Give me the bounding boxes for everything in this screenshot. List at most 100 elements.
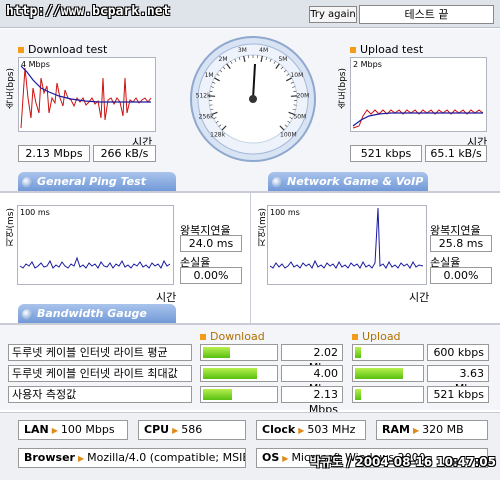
bw-upload-value: 600 kbps: [427, 344, 489, 361]
spec-lan-label: LAN: [24, 423, 49, 436]
spec-cpu: CPU ▶ 586: [138, 420, 246, 440]
download-kbs-box: 266 kB/s: [93, 145, 156, 162]
spec-browser-value: Mozilla/4.0 (compatible; MSIE 6.0: [87, 451, 245, 464]
spec-lan: LAN ▶ 100 Mbps: [18, 420, 128, 440]
bw-row-label: 두루넷 케이블 인터넷 라이트 평균: [8, 344, 192, 361]
arrow-right-icon: ▶: [282, 454, 289, 463]
gauge-label: 512k: [196, 92, 211, 99]
arrow-right-icon: ▶: [298, 426, 305, 435]
spec-browser-label: Browser: [24, 451, 75, 464]
bw-download-fill: [203, 389, 232, 400]
status-text-box: 테스트 끝: [359, 5, 494, 24]
download-speed-line: [20, 67, 152, 129]
download-title: Download test: [18, 43, 107, 56]
ping-test-header: General Ping Test: [18, 172, 176, 192]
ping-latency-box: 24.0 ms: [180, 235, 242, 252]
gauge-label: 10M: [290, 72, 303, 79]
ping-loss-box: 0.00%: [180, 267, 242, 284]
gauge-label: 5M: [278, 56, 287, 63]
gauge-label: 50M: [293, 113, 306, 120]
spec-clock-value: 503 MHz: [307, 423, 356, 436]
spec-cpu-value: 586: [181, 423, 203, 436]
gauge-label: 256k: [199, 113, 214, 120]
watermark-text: http://www.bcpark.net: [6, 4, 171, 19]
bw-download-bar: [200, 344, 278, 361]
bullet-icon: [350, 47, 356, 53]
bw-upload-bar: [352, 365, 424, 382]
download-title-label: Download test: [28, 43, 108, 56]
bw-upload-value: 521 kbps: [427, 386, 489, 403]
gauge-label: 100M: [280, 131, 297, 138]
upload-y-axis: 속도(bps): [338, 68, 348, 110]
upload-kbps-box: 521 kbps: [350, 145, 422, 162]
download-graph-svg: [20, 65, 152, 129]
bullet-icon: [200, 334, 206, 340]
bw-download-fill: [203, 368, 258, 379]
bw-upload-fill: [355, 389, 362, 400]
voip-graph-svg: [269, 207, 424, 269]
speed-gauge: 128k 256k 512k 1M 2M 3M 4M 5M 10M 20M 50M 100M: [188, 34, 318, 164]
ping-graph-svg: [19, 256, 171, 269]
bw-download-value: 2.13 Mbps: [281, 386, 343, 416]
bw-upload-bar: [352, 386, 424, 403]
ping-x-axis: 시간: [156, 291, 177, 304]
bandwidth-gauge-header: Bandwidth Gauge: [18, 304, 176, 324]
ping-y-axis: 지연(ms): [6, 208, 16, 247]
download-y-axis: 속도(bps): [6, 68, 16, 110]
voip-graph: 100 ms: [267, 205, 427, 285]
bw-download-label: Download: [210, 330, 265, 343]
spec-os-label: OS: [262, 451, 280, 464]
bw-upload-head: Upload: [352, 330, 401, 343]
spec-ram-label: RAM: [382, 423, 410, 436]
spec-browser: Browser▶Mozilla/4.0 (compatible; MSIE 6.…: [18, 448, 246, 468]
gauge-label: 4M: [259, 47, 268, 54]
bandwidth-gauge-title: Bandwidth Gauge: [37, 307, 147, 320]
upload-graph-svg: [352, 109, 484, 129]
gauge-label: 20M: [296, 92, 309, 99]
upload-graph: 2 Mbps: [350, 57, 487, 132]
signature-timestamp: 박규도 / 2004-08-16 10:47:05: [309, 455, 497, 469]
gauge-label: 2M: [219, 56, 228, 63]
spec-ram: RAM ▶ 320 MB: [376, 420, 488, 440]
gauge-hub: [249, 95, 257, 103]
ping-test-title: General Ping Test: [37, 175, 146, 188]
bw-upload-bar: [352, 344, 424, 361]
bw-upload-fill: [355, 368, 403, 379]
upload-title: Upload test: [350, 43, 423, 56]
bw-upload-label: Upload: [362, 330, 401, 343]
bw-row-label: 사용자 측정값: [8, 386, 192, 403]
upload-kbs-box: 65.1 kB/s: [425, 145, 487, 162]
voip-test-header: Network Game & VoIP Test: [268, 172, 428, 208]
download-mbps-box: 2.13 Mbps: [18, 145, 90, 162]
spec-lan-value: 100 Mbps: [60, 423, 115, 436]
ball-icon: [22, 308, 33, 320]
arrow-right-icon: ▶: [77, 454, 85, 463]
ball-icon: [22, 176, 33, 188]
ball-icon: [272, 176, 283, 188]
gauge-svg: 128k 256k 512k 1M 2M 3M 4M 5M 10M 20M 50M 100M: [190, 36, 316, 162]
spec-clock: Clock ▶ 503 MHz: [256, 420, 366, 440]
arrow-right-icon: ▶: [51, 426, 58, 435]
try-again-button[interactable]: Try again: [309, 6, 357, 23]
ping-latency-line: [19, 256, 171, 269]
ping-graph: 100 ms: [17, 205, 174, 285]
gauge-label: 1M: [205, 72, 214, 79]
bw-download-fill: [203, 347, 231, 358]
bw-download-head: Download: [200, 330, 265, 343]
arrow-right-icon: ▶: [412, 426, 420, 435]
bw-row-label: 두루넷 케이블 인터넷 라이트 최대값: [8, 365, 192, 382]
bullet-icon: [18, 47, 24, 53]
bw-download-value: 2.02 Mbps: [281, 344, 343, 374]
upload-average-line: [352, 112, 483, 127]
upload-title-label: Upload test: [360, 43, 424, 56]
bw-upload-value: 3.63 Mbps: [427, 365, 489, 395]
spec-ram-value: 320 MB: [422, 423, 464, 436]
voip-latency-line: [269, 207, 424, 269]
gauge-label: 3M: [238, 47, 247, 54]
download-graph: 4 Mbps: [18, 57, 156, 132]
bw-download-bar: [200, 386, 278, 403]
bw-download-bar: [200, 365, 278, 382]
voip-latency-box: 25.8 ms: [430, 235, 492, 252]
bullet-icon: [352, 334, 358, 340]
spec-clock-label: Clock: [262, 423, 296, 436]
